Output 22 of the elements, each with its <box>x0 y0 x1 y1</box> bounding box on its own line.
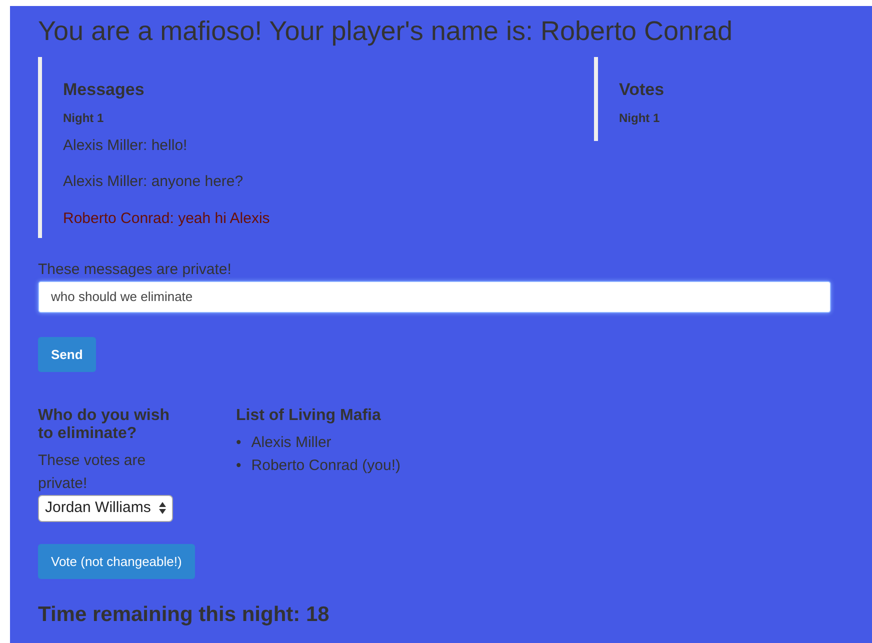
section-heading: Who do you wish to eliminate? <box>38 407 171 443</box>
panel-heading: Votes <box>619 79 666 101</box>
mafia-member: Roberto Conrad (you!) <box>251 456 401 476</box>
send-button[interactable]: Send <box>38 336 96 372</box>
section-heading: List of Living Mafia <box>236 407 382 425</box>
chat-message: Alexis Miller: anyone here? <box>63 172 244 192</box>
bullet-mark: • <box>236 456 242 476</box>
stepper-icon <box>158 502 166 514</box>
privacy-note: These votes are private! <box>38 451 147 494</box>
page-title: You are a mafioso! Your player's name is: Roberto Conrad <box>38 15 734 47</box>
timer-text: Time remaining this night: 18 <box>38 602 330 628</box>
night-label: Night 1 <box>619 110 661 126</box>
chat-message: Alexis Miller: hello! <box>63 136 188 156</box>
player-select[interactable]: Jordan Williams <box>38 495 173 522</box>
vote-button[interactable]: Vote (not changeable!) <box>38 544 195 579</box>
panel-heading: Messages <box>63 79 146 101</box>
bullet-mark: • <box>236 433 242 453</box>
message-field[interactable]: who should we eliminate <box>38 281 831 312</box>
chat-message: Roberto Conrad: yeah hi Alexis <box>63 208 271 228</box>
privacy-note: These messages are private! <box>38 260 232 280</box>
mafia-member: Alexis Miller <box>251 433 332 453</box>
night-label: Night 1 <box>63 110 105 126</box>
